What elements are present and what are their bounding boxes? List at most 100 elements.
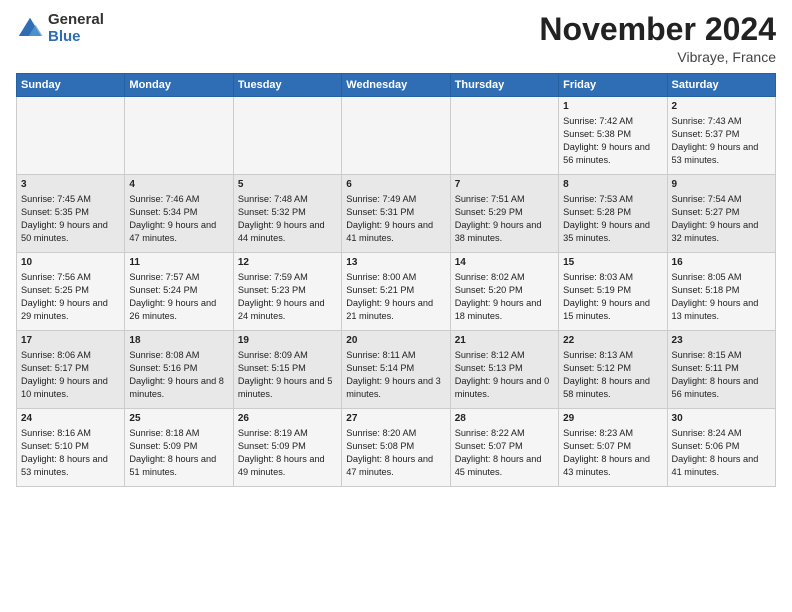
day-number: 12 bbox=[238, 256, 337, 270]
calendar-cell: 17Sunrise: 8:06 AMSunset: 5:17 PMDayligh… bbox=[17, 331, 125, 409]
calendar-cell: 5Sunrise: 7:48 AMSunset: 5:32 PMDaylight… bbox=[233, 175, 341, 253]
day-info: Daylight: 8 hours and 47 minutes. bbox=[346, 453, 445, 479]
day-info: Daylight: 9 hours and 50 minutes. bbox=[21, 219, 120, 245]
day-info: Sunrise: 7:46 AM bbox=[129, 193, 228, 206]
title-block: November 2024 Vibraye, France bbox=[539, 12, 776, 65]
day-info: Sunset: 5:32 PM bbox=[238, 206, 337, 219]
day-info: Sunrise: 8:06 AM bbox=[21, 349, 120, 362]
week-row-3: 10Sunrise: 7:56 AMSunset: 5:25 PMDayligh… bbox=[17, 253, 776, 331]
logo-icon bbox=[16, 15, 44, 43]
day-info: Sunrise: 8:11 AM bbox=[346, 349, 445, 362]
week-row-1: 1Sunrise: 7:42 AMSunset: 5:38 PMDaylight… bbox=[17, 97, 776, 175]
day-number: 16 bbox=[672, 256, 771, 270]
day-number: 22 bbox=[563, 334, 662, 348]
day-info: Sunset: 5:15 PM bbox=[238, 362, 337, 375]
calendar-cell: 16Sunrise: 8:05 AMSunset: 5:18 PMDayligh… bbox=[667, 253, 775, 331]
day-info: Sunset: 5:18 PM bbox=[672, 284, 771, 297]
calendar-table: SundayMondayTuesdayWednesdayThursdayFrid… bbox=[16, 73, 776, 487]
calendar-cell: 7Sunrise: 7:51 AMSunset: 5:29 PMDaylight… bbox=[450, 175, 558, 253]
day-info: Sunset: 5:11 PM bbox=[672, 362, 771, 375]
day-info: Sunrise: 8:05 AM bbox=[672, 271, 771, 284]
calendar-cell bbox=[342, 97, 450, 175]
day-number: 11 bbox=[129, 256, 228, 270]
day-info: Sunrise: 7:51 AM bbox=[455, 193, 554, 206]
day-number: 14 bbox=[455, 256, 554, 270]
week-row-2: 3Sunrise: 7:45 AMSunset: 5:35 PMDaylight… bbox=[17, 175, 776, 253]
calendar-cell bbox=[450, 97, 558, 175]
logo-general: General bbox=[48, 12, 104, 29]
col-header-sunday: Sunday bbox=[17, 74, 125, 97]
day-info: Daylight: 9 hours and 56 minutes. bbox=[563, 141, 662, 167]
day-info: Sunrise: 8:18 AM bbox=[129, 427, 228, 440]
day-number: 13 bbox=[346, 256, 445, 270]
day-info: Sunset: 5:27 PM bbox=[672, 206, 771, 219]
day-info: Daylight: 8 hours and 45 minutes. bbox=[455, 453, 554, 479]
calendar-cell: 6Sunrise: 7:49 AMSunset: 5:31 PMDaylight… bbox=[342, 175, 450, 253]
calendar-cell: 2Sunrise: 7:43 AMSunset: 5:37 PMDaylight… bbox=[667, 97, 775, 175]
day-info: Sunrise: 7:59 AM bbox=[238, 271, 337, 284]
calendar-cell: 28Sunrise: 8:22 AMSunset: 5:07 PMDayligh… bbox=[450, 409, 558, 487]
day-info: Sunrise: 8:02 AM bbox=[455, 271, 554, 284]
day-info: Sunrise: 8:15 AM bbox=[672, 349, 771, 362]
day-info: Sunrise: 7:54 AM bbox=[672, 193, 771, 206]
day-info: Daylight: 9 hours and 8 minutes. bbox=[129, 375, 228, 401]
day-number: 5 bbox=[238, 178, 337, 192]
day-info: Sunset: 5:07 PM bbox=[455, 440, 554, 453]
day-info: Sunset: 5:19 PM bbox=[563, 284, 662, 297]
day-number: 27 bbox=[346, 412, 445, 426]
day-info: Sunset: 5:08 PM bbox=[346, 440, 445, 453]
day-info: Sunset: 5:24 PM bbox=[129, 284, 228, 297]
calendar-cell: 11Sunrise: 7:57 AMSunset: 5:24 PMDayligh… bbox=[125, 253, 233, 331]
day-number: 17 bbox=[21, 334, 120, 348]
calendar-cell bbox=[233, 97, 341, 175]
day-info: Sunrise: 8:08 AM bbox=[129, 349, 228, 362]
day-info: Sunrise: 8:12 AM bbox=[455, 349, 554, 362]
day-info: Sunset: 5:29 PM bbox=[455, 206, 554, 219]
day-info: Sunrise: 8:13 AM bbox=[563, 349, 662, 362]
day-info: Sunset: 5:17 PM bbox=[21, 362, 120, 375]
day-info: Sunset: 5:28 PM bbox=[563, 206, 662, 219]
day-info: Sunrise: 7:48 AM bbox=[238, 193, 337, 206]
day-info: Sunset: 5:12 PM bbox=[563, 362, 662, 375]
logo-text: General Blue bbox=[48, 12, 104, 45]
calendar-cell: 18Sunrise: 8:08 AMSunset: 5:16 PMDayligh… bbox=[125, 331, 233, 409]
day-info: Sunrise: 7:57 AM bbox=[129, 271, 228, 284]
calendar-cell: 24Sunrise: 8:16 AMSunset: 5:10 PMDayligh… bbox=[17, 409, 125, 487]
day-info: Daylight: 8 hours and 41 minutes. bbox=[672, 453, 771, 479]
day-number: 15 bbox=[563, 256, 662, 270]
day-info: Sunrise: 7:45 AM bbox=[21, 193, 120, 206]
col-header-monday: Monday bbox=[125, 74, 233, 97]
month-title: November 2024 bbox=[539, 12, 776, 47]
day-number: 25 bbox=[129, 412, 228, 426]
day-info: Daylight: 9 hours and 15 minutes. bbox=[563, 297, 662, 323]
day-number: 6 bbox=[346, 178, 445, 192]
day-info: Daylight: 9 hours and 5 minutes. bbox=[238, 375, 337, 401]
calendar-cell: 19Sunrise: 8:09 AMSunset: 5:15 PMDayligh… bbox=[233, 331, 341, 409]
calendar-cell: 29Sunrise: 8:23 AMSunset: 5:07 PMDayligh… bbox=[559, 409, 667, 487]
day-number: 7 bbox=[455, 178, 554, 192]
day-info: Sunrise: 8:00 AM bbox=[346, 271, 445, 284]
day-info: Sunset: 5:07 PM bbox=[563, 440, 662, 453]
day-info: Daylight: 8 hours and 58 minutes. bbox=[563, 375, 662, 401]
day-info: Sunset: 5:09 PM bbox=[129, 440, 228, 453]
day-info: Daylight: 9 hours and 18 minutes. bbox=[455, 297, 554, 323]
day-info: Daylight: 9 hours and 29 minutes. bbox=[21, 297, 120, 323]
day-number: 1 bbox=[563, 100, 662, 114]
calendar-cell: 10Sunrise: 7:56 AMSunset: 5:25 PMDayligh… bbox=[17, 253, 125, 331]
day-number: 24 bbox=[21, 412, 120, 426]
day-info: Sunset: 5:13 PM bbox=[455, 362, 554, 375]
day-info: Sunset: 5:25 PM bbox=[21, 284, 120, 297]
subtitle: Vibraye, France bbox=[539, 49, 776, 65]
calendar-cell: 20Sunrise: 8:11 AMSunset: 5:14 PMDayligh… bbox=[342, 331, 450, 409]
day-number: 18 bbox=[129, 334, 228, 348]
day-info: Daylight: 9 hours and 21 minutes. bbox=[346, 297, 445, 323]
calendar-cell: 13Sunrise: 8:00 AMSunset: 5:21 PMDayligh… bbox=[342, 253, 450, 331]
logo-blue: Blue bbox=[48, 29, 104, 46]
day-info: Daylight: 9 hours and 0 minutes. bbox=[455, 375, 554, 401]
day-info: Sunrise: 8:23 AM bbox=[563, 427, 662, 440]
day-info: Sunrise: 7:53 AM bbox=[563, 193, 662, 206]
week-row-5: 24Sunrise: 8:16 AMSunset: 5:10 PMDayligh… bbox=[17, 409, 776, 487]
logo: General Blue bbox=[16, 12, 104, 45]
day-info: Daylight: 9 hours and 24 minutes. bbox=[238, 297, 337, 323]
day-info: Sunrise: 8:22 AM bbox=[455, 427, 554, 440]
